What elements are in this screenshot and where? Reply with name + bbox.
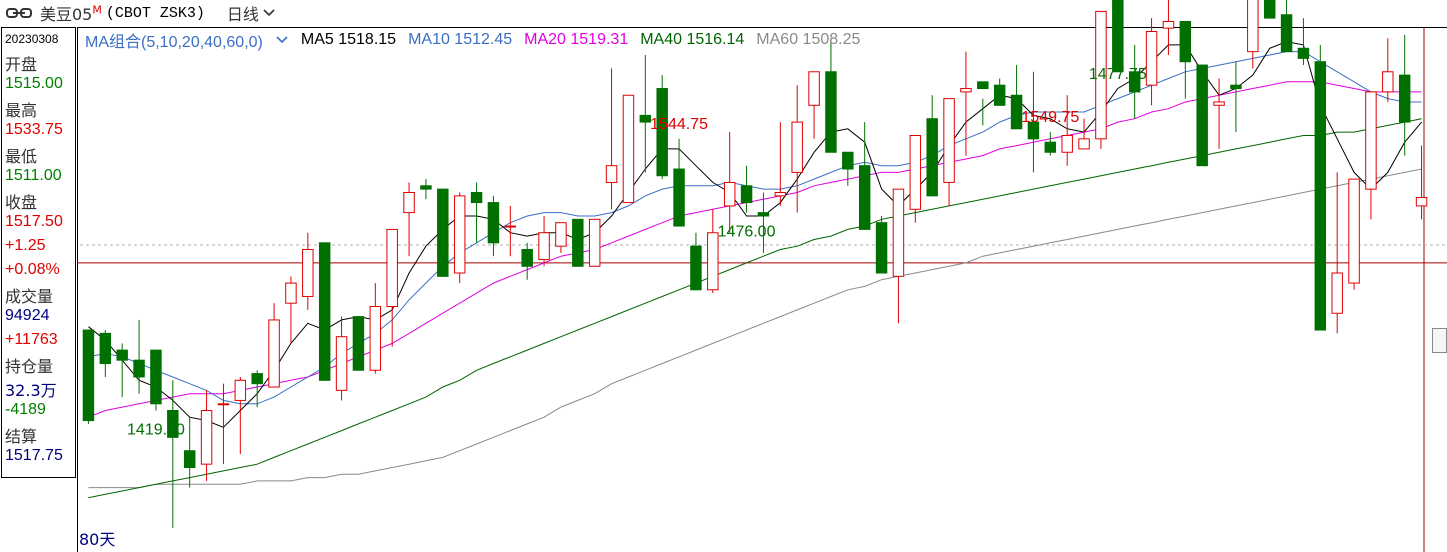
price-annotation: 1549.75: [1021, 109, 1079, 126]
candle-body: [217, 403, 230, 406]
candle-body: [1263, 0, 1276, 19]
candle-body: [487, 202, 500, 244]
candle-body: [1314, 61, 1327, 331]
candle-body: [251, 373, 263, 385]
candle-body: [690, 245, 702, 291]
candle-body: [892, 188, 905, 277]
candle-body: [673, 168, 685, 227]
candle-body: [318, 242, 331, 381]
price-annotation: 1419.00: [127, 421, 185, 438]
candle-body: [960, 88, 972, 93]
days-count: 80天: [79, 530, 116, 549]
candle-body: [825, 71, 837, 153]
candle-body: [1280, 14, 1293, 53]
ma60-legend: MA60 1508.25: [756, 31, 861, 48]
candle-body: [1230, 84, 1242, 90]
candle-body: [1365, 91, 1377, 190]
candle-body: [437, 188, 449, 277]
candle-body: [1297, 47, 1310, 59]
ma-combo-label: MA组合(5,10,20,40,60,0): [85, 34, 263, 51]
candle-body: [268, 319, 280, 388]
candle-body: [774, 192, 787, 197]
ma60-line: [88, 168, 1422, 489]
candle-body: [757, 212, 770, 217]
candle-body: [1382, 71, 1394, 93]
ma40-line: [88, 118, 1422, 499]
candle-body: [99, 332, 112, 365]
candle-body: [116, 349, 128, 361]
price-annotation: 1544.75: [650, 116, 708, 133]
candle-body: [386, 228, 398, 308]
price-annotation: 1477.75: [1089, 66, 1147, 83]
candle-body: [403, 192, 415, 214]
candle-body: [791, 121, 803, 173]
candle-body: [1112, 0, 1124, 73]
candle-body: [521, 249, 533, 267]
candle-body: [1010, 94, 1023, 130]
candle-body: [1213, 101, 1225, 106]
candle-body: [1247, 0, 1259, 53]
candle-body: [605, 165, 618, 183]
candlestick-chart[interactable]: 1544.75 1549.75 1476.00 1477.75 1419.00: [0, 0, 1447, 552]
candle-body: [723, 181, 736, 207]
candle-body: [808, 71, 820, 106]
candle-body: [1196, 64, 1208, 167]
candle-body: [1331, 272, 1343, 314]
candle-body: [1044, 141, 1057, 153]
candle-body: [1398, 74, 1411, 123]
ma5-legend: MA5 1518.15: [300, 31, 397, 48]
candle-body: [82, 329, 95, 422]
candle-body: [1162, 20, 1175, 29]
candle-body: [504, 225, 517, 228]
candle-body: [858, 165, 871, 230]
candle-body: [740, 185, 753, 204]
candle-body: [588, 218, 601, 267]
candle-body: [470, 192, 483, 204]
candle-body: [1061, 134, 1073, 153]
candle-body: [926, 118, 938, 197]
price-annotation: 1476.00: [718, 224, 776, 241]
ma20-legend: MA20 1519.31: [524, 31, 629, 48]
candle-body: [234, 379, 247, 401]
ma40-legend: MA40 1516.14: [640, 31, 745, 48]
candle-body: [1415, 197, 1428, 207]
candle-body: [183, 450, 196, 469]
candle-body: [453, 195, 466, 274]
candle-body: [639, 114, 652, 123]
candle-body: [842, 151, 854, 170]
candle-body: [993, 84, 1006, 106]
candle-body: [572, 218, 584, 267]
candle-body: [707, 232, 719, 291]
candle-body: [909, 134, 922, 210]
candle-body: [875, 222, 888, 274]
candle-body: [977, 81, 989, 90]
ma-legend: MA组合(5,10,20,40,60,0) MA5 1518.15 MA10 1…: [85, 28, 872, 52]
candle-body: [133, 359, 145, 378]
candle-body: [538, 232, 550, 261]
candle-body: [369, 306, 382, 371]
candle-body: [285, 282, 297, 304]
candle-body: [1348, 178, 1360, 284]
candle-body: [352, 316, 365, 371]
ma-combo-selector[interactable]: MA组合(5,10,20,40,60,0): [85, 28, 289, 52]
candle-body: [150, 349, 162, 405]
candle-body: [335, 336, 348, 391]
candle-body: [943, 98, 955, 183]
candle-body: [1145, 31, 1158, 86]
ma20-line: [88, 81, 1422, 418]
scroll-handle[interactable]: [1432, 328, 1447, 353]
candle-body: [1078, 138, 1090, 150]
ma10-legend: MA10 1512.45: [408, 31, 513, 48]
candle-body: [555, 222, 567, 247]
candle-body: [302, 249, 314, 297]
candle-body: [1179, 20, 1192, 63]
candle-body: [200, 409, 213, 465]
candle-body: [622, 94, 635, 204]
chevron-down-icon: [276, 36, 288, 44]
candle-body: [420, 185, 432, 190]
